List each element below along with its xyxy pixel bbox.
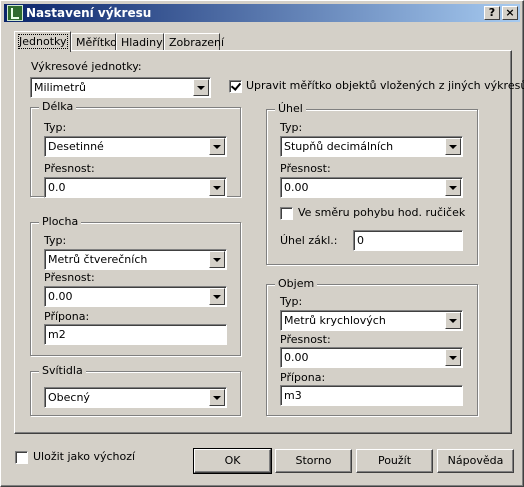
- help-title-button[interactable]: ?: [484, 6, 500, 20]
- angle-precision-value: 0.00: [284, 181, 309, 194]
- volume-group: Objem Typ: Metrů krychlových Přesnost: 0…: [266, 277, 478, 416]
- ok-button[interactable]: OK: [193, 448, 272, 474]
- help-button[interactable]: Nápověda: [437, 449, 514, 473]
- drawing-units-select[interactable]: Milimetrů: [30, 77, 211, 98]
- chevron-down-icon[interactable]: [209, 138, 225, 155]
- luminaires-select[interactable]: Obecný: [44, 387, 227, 408]
- angle-group-title: Úhel: [275, 102, 306, 115]
- clockwise-checkbox[interactable]: [280, 207, 293, 220]
- area-type-value: Metrů čtverečních: [48, 253, 148, 266]
- area-precision-label: Přesnost:: [44, 271, 95, 284]
- tab-jednotky[interactable]: Jednotky: [14, 31, 71, 52]
- chevron-down-icon[interactable]: [445, 138, 461, 155]
- chevron-down-icon[interactable]: [445, 179, 461, 196]
- dialog-title: Nastavení výkresu: [26, 6, 152, 20]
- scale-inserted-checkbox[interactable]: [229, 80, 242, 93]
- angle-type-label: Typ:: [280, 121, 303, 134]
- area-precision-select[interactable]: 0.00: [44, 286, 227, 307]
- angle-group: Úhel Typ: Stupňů decimálních Přesnost: 0…: [266, 102, 478, 265]
- close-button[interactable]: ×: [502, 6, 518, 20]
- luminaires-group: Svítidla Obecný: [30, 364, 241, 416]
- volume-suffix-input[interactable]: m3: [280, 385, 463, 406]
- length-type-select[interactable]: Desetinné: [44, 136, 227, 157]
- dialog-window: Nastavení výkresu ? × Jednotky Měřítko H…: [0, 0, 524, 487]
- angle-precision-select[interactable]: 0.00: [280, 177, 463, 198]
- length-precision-value: 0.0: [48, 181, 66, 194]
- chevron-down-icon[interactable]: [445, 312, 461, 329]
- angle-type-select[interactable]: Stupňů decimálních: [280, 136, 463, 157]
- apply-button[interactable]: Použít: [356, 449, 433, 473]
- angle-base-input[interactable]: 0: [353, 230, 463, 251]
- chevron-down-icon[interactable]: [445, 349, 461, 366]
- drawing-units-label: Výkresové jednotky:: [31, 60, 142, 73]
- volume-type-label: Typ:: [280, 295, 303, 308]
- luminaires-value: Obecný: [48, 391, 90, 404]
- chevron-down-icon[interactable]: [209, 288, 225, 305]
- drawing-units-value: Milimetrů: [34, 81, 86, 94]
- save-default-checkbox[interactable]: [15, 451, 28, 464]
- volume-precision-select[interactable]: 0.00: [280, 347, 463, 368]
- length-precision-select[interactable]: 0.0: [44, 177, 227, 198]
- length-type-label: Typ:: [44, 121, 67, 134]
- chevron-down-icon[interactable]: [209, 179, 225, 196]
- chevron-down-icon[interactable]: [193, 79, 209, 96]
- area-suffix-value: m2: [48, 328, 66, 341]
- scale-inserted-label: Upravit měřítko objektů vložených z jiný…: [246, 79, 524, 92]
- tab-label: Hladiny: [121, 36, 163, 49]
- area-group-title: Plocha: [39, 215, 82, 228]
- tab-hladiny[interactable]: Hladiny: [116, 33, 164, 51]
- clockwise-label: Ve směru pohybu hod. ručiček: [298, 206, 466, 219]
- cancel-button[interactable]: Storno: [275, 449, 352, 473]
- luminaires-group-title: Svítidla: [39, 364, 86, 377]
- tab-meritko[interactable]: Měřítko: [71, 33, 117, 51]
- area-suffix-label: Přípona:: [44, 310, 90, 323]
- volume-precision-label: Přesnost:: [280, 333, 331, 346]
- angle-precision-label: Přesnost:: [280, 162, 331, 175]
- area-type-label: Typ:: [44, 234, 67, 247]
- angle-base-value: 0: [357, 234, 364, 247]
- length-group: Délka Typ: Desetinné Přesnost: 0.0: [30, 100, 241, 198]
- tab-label: Jednotky: [18, 34, 68, 49]
- save-default-label: Uložit jako výchozí: [33, 450, 136, 463]
- angle-base-label: Úhel zákl.:: [280, 234, 338, 247]
- tab-label: Zobrazení: [169, 36, 225, 49]
- area-type-select[interactable]: Metrů čtverečních: [44, 249, 227, 270]
- length-precision-label: Přesnost:: [44, 162, 95, 175]
- area-group: Plocha Typ: Metrů čtverečních Přesnost: …: [30, 215, 241, 356]
- area-suffix-input[interactable]: m2: [44, 324, 227, 345]
- angle-type-value: Stupňů decimálních: [284, 140, 394, 153]
- tab-panel-jednotky: Výkresové jednotky: Milimetrů Upravit mě…: [14, 50, 524, 434]
- length-group-title: Délka: [39, 100, 77, 113]
- volume-suffix-value: m3: [284, 389, 302, 402]
- volume-precision-value: 0.00: [284, 351, 309, 364]
- chevron-down-icon[interactable]: [209, 251, 225, 268]
- tab-zobrazeni[interactable]: Zobrazení: [164, 33, 224, 51]
- chevron-down-icon[interactable]: [209, 389, 225, 406]
- tab-label: Měřítko: [76, 36, 117, 49]
- length-type-value: Desetinné: [48, 140, 104, 153]
- volume-suffix-label: Přípona:: [280, 371, 326, 384]
- volume-type-value: Metrů krychlových: [284, 314, 386, 327]
- area-precision-value: 0.00: [48, 290, 73, 303]
- title-bar[interactable]: Nastavení výkresu ? ×: [4, 4, 520, 22]
- volume-group-title: Objem: [275, 277, 318, 290]
- app-icon: [7, 5, 23, 21]
- volume-type-select[interactable]: Metrů krychlových: [280, 310, 463, 331]
